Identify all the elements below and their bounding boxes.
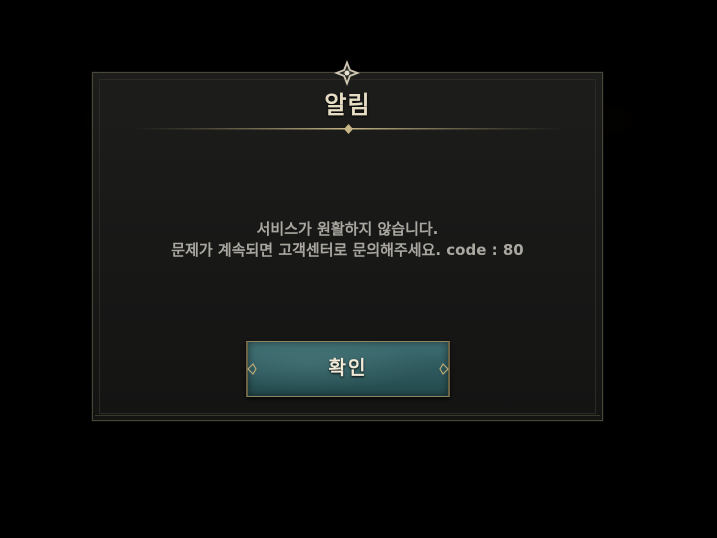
dialog-message: 서비스가 원활하지 않습니다. 문제가 계속되면 고객센터로 문의해주세요. c… xyxy=(93,219,602,261)
message-line-1: 서비스가 원활하지 않습니다. xyxy=(256,220,439,238)
dialog-bottom-trim xyxy=(95,415,600,416)
diamond-ornament-icon xyxy=(334,60,360,86)
game-screen: 알림 서비스가 원활하지 않습니다. 문제가 계속되면 고객센터로 문의해주세요… xyxy=(0,0,717,538)
title-divider xyxy=(133,124,564,134)
notice-dialog: 알림 서비스가 원활하지 않습니다. 문제가 계속되면 고객센터로 문의해주세요… xyxy=(92,60,603,421)
button-ornament-right-icon xyxy=(439,363,449,375)
message-line-2: 문제가 계속되면 고객센터로 문의해주세요. code : 80 xyxy=(171,241,524,259)
dialog-title: 알림 xyxy=(324,91,371,119)
confirm-button-label: 확인 xyxy=(328,357,368,379)
confirm-button[interactable]: 확인 xyxy=(246,341,450,397)
